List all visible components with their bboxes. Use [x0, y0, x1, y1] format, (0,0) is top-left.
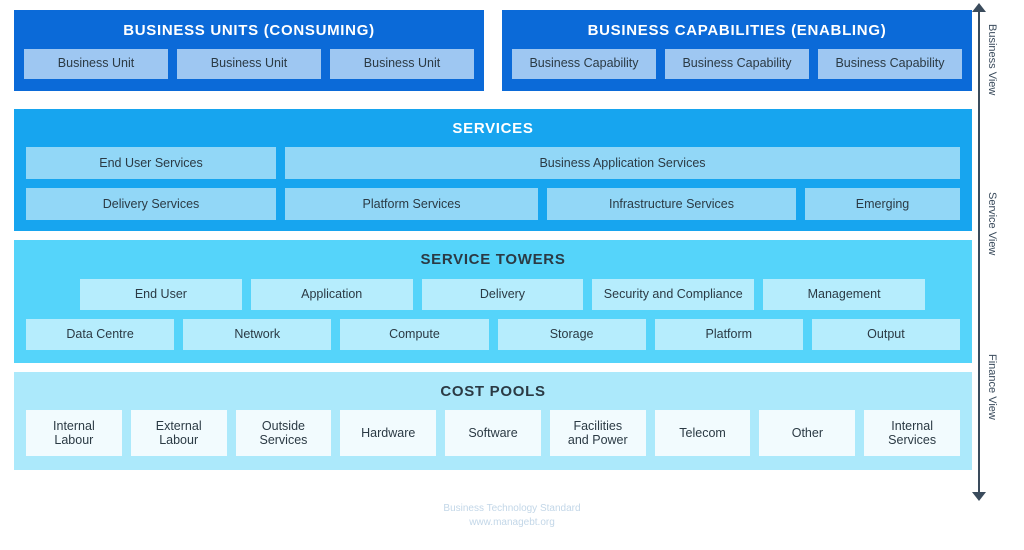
cost-pool-tile-outside-services[interactable]: Outside Services: [235, 410, 332, 456]
business-units-band: BUSINESS UNITS (CONSUMING) Business Unit…: [14, 10, 484, 91]
service-towers-row-2: Data Centre Network Compute Storage Plat…: [26, 318, 961, 350]
footer-standard-name: Business Technology Standard: [443, 503, 581, 514]
services-row-2: Delivery Services Platform Services Infr…: [26, 188, 960, 220]
tower-tile-data-centre[interactable]: Data Centre: [26, 318, 175, 350]
services-band: SERVICES End User Services Business Appl…: [14, 108, 972, 231]
cost-pools-band: COST POOLS Internal Labour External Labo…: [14, 371, 972, 470]
service-tile-end-user-services[interactable]: End User Services: [26, 147, 276, 179]
service-tile-platform-services[interactable]: Platform Services: [285, 188, 538, 220]
axis-label-business-view: Business View: [986, 24, 998, 96]
cost-pool-tile-telecom[interactable]: Telecom: [654, 410, 751, 456]
bt-standard-layer-diagram: BUSINESS UNITS (CONSUMING) Business Unit…: [0, 0, 1024, 550]
footer: Business Technology Standard www.manageb…: [0, 502, 1024, 529]
service-tile-emerging[interactable]: Emerging: [805, 188, 960, 220]
business-capability-tile[interactable]: Business Capability: [818, 48, 962, 79]
business-capability-tile[interactable]: Business Capability: [665, 48, 809, 79]
axis-line: [978, 10, 980, 494]
cost-pool-tile-software[interactable]: Software: [445, 410, 541, 456]
business-units-tiles: Business Unit Business Unit Business Uni…: [24, 48, 474, 79]
cost-pool-tile-internal-services[interactable]: Internal Services: [864, 410, 961, 456]
cost-pool-tile-hardware[interactable]: Hardware: [340, 410, 437, 456]
tower-tile-platform[interactable]: Platform: [654, 318, 803, 350]
footer-website: www.managebt.org: [469, 516, 555, 528]
arrow-down-icon: [972, 492, 986, 501]
business-unit-tile[interactable]: Business Unit: [177, 48, 321, 79]
cost-pool-tile-other[interactable]: Other: [759, 410, 856, 456]
business-capability-tile[interactable]: Business Capability: [512, 48, 656, 79]
tower-tile-output[interactable]: Output: [811, 318, 961, 350]
business-capabilities-title: BUSINESS CAPABILITIES (ENABLING): [587, 22, 887, 39]
business-capabilities-tiles: Business Capability Business Capability …: [512, 48, 962, 79]
layer-stack: BUSINESS UNITS (CONSUMING) Business Unit…: [14, 10, 972, 470]
business-unit-tile[interactable]: Business Unit: [24, 48, 168, 79]
cost-pool-tile-external-labour[interactable]: External Labour: [130, 410, 227, 456]
tower-tile-delivery[interactable]: Delivery: [421, 278, 584, 310]
service-towers-row-1: End User Application Delivery Security a…: [26, 278, 960, 310]
axis-label-service-view: Service View: [986, 192, 998, 256]
services-title: SERVICES: [452, 119, 534, 137]
view-axis: Business View Service View Finance View: [972, 3, 1016, 501]
tower-tile-end-user[interactable]: End User: [80, 278, 242, 310]
tower-tile-management[interactable]: Management: [763, 278, 925, 310]
axis-label-finance-view: Finance View: [986, 354, 998, 420]
services-row-1: End User Services Business Application S…: [26, 147, 960, 179]
arrow-up-icon: [972, 3, 986, 12]
cost-pools-row: Internal Labour External Labour Outside …: [26, 410, 961, 456]
service-towers-title: SERVICE TOWERS: [420, 251, 566, 268]
tower-tile-compute[interactable]: Compute: [340, 318, 489, 350]
business-view-row: BUSINESS UNITS (CONSUMING) Business Unit…: [14, 10, 972, 100]
cost-pool-tile-facilities-and-power[interactable]: Facilities and Power: [549, 410, 646, 456]
service-tile-business-application-services[interactable]: Business Application Services: [285, 147, 960, 179]
service-tile-delivery-services[interactable]: Delivery Services: [26, 188, 276, 220]
cost-pool-tile-internal-labour[interactable]: Internal Labour: [26, 410, 122, 456]
cost-pools-title: COST POOLS: [440, 382, 546, 400]
business-unit-tile[interactable]: Business Unit: [330, 48, 474, 79]
business-capabilities-band: BUSINESS CAPABILITIES (ENABLING) Busines…: [502, 10, 972, 91]
tower-tile-storage[interactable]: Storage: [497, 318, 646, 350]
service-tile-infrastructure-services[interactable]: Infrastructure Services: [547, 188, 796, 220]
tower-tile-security-and-compliance[interactable]: Security and Compliance: [592, 278, 755, 310]
tower-tile-application[interactable]: Application: [250, 278, 413, 310]
tower-tile-network[interactable]: Network: [183, 318, 332, 350]
service-towers-band: SERVICE TOWERS End User Application Deli…: [14, 240, 972, 363]
business-units-title: BUSINESS UNITS (CONSUMING): [123, 22, 375, 39]
